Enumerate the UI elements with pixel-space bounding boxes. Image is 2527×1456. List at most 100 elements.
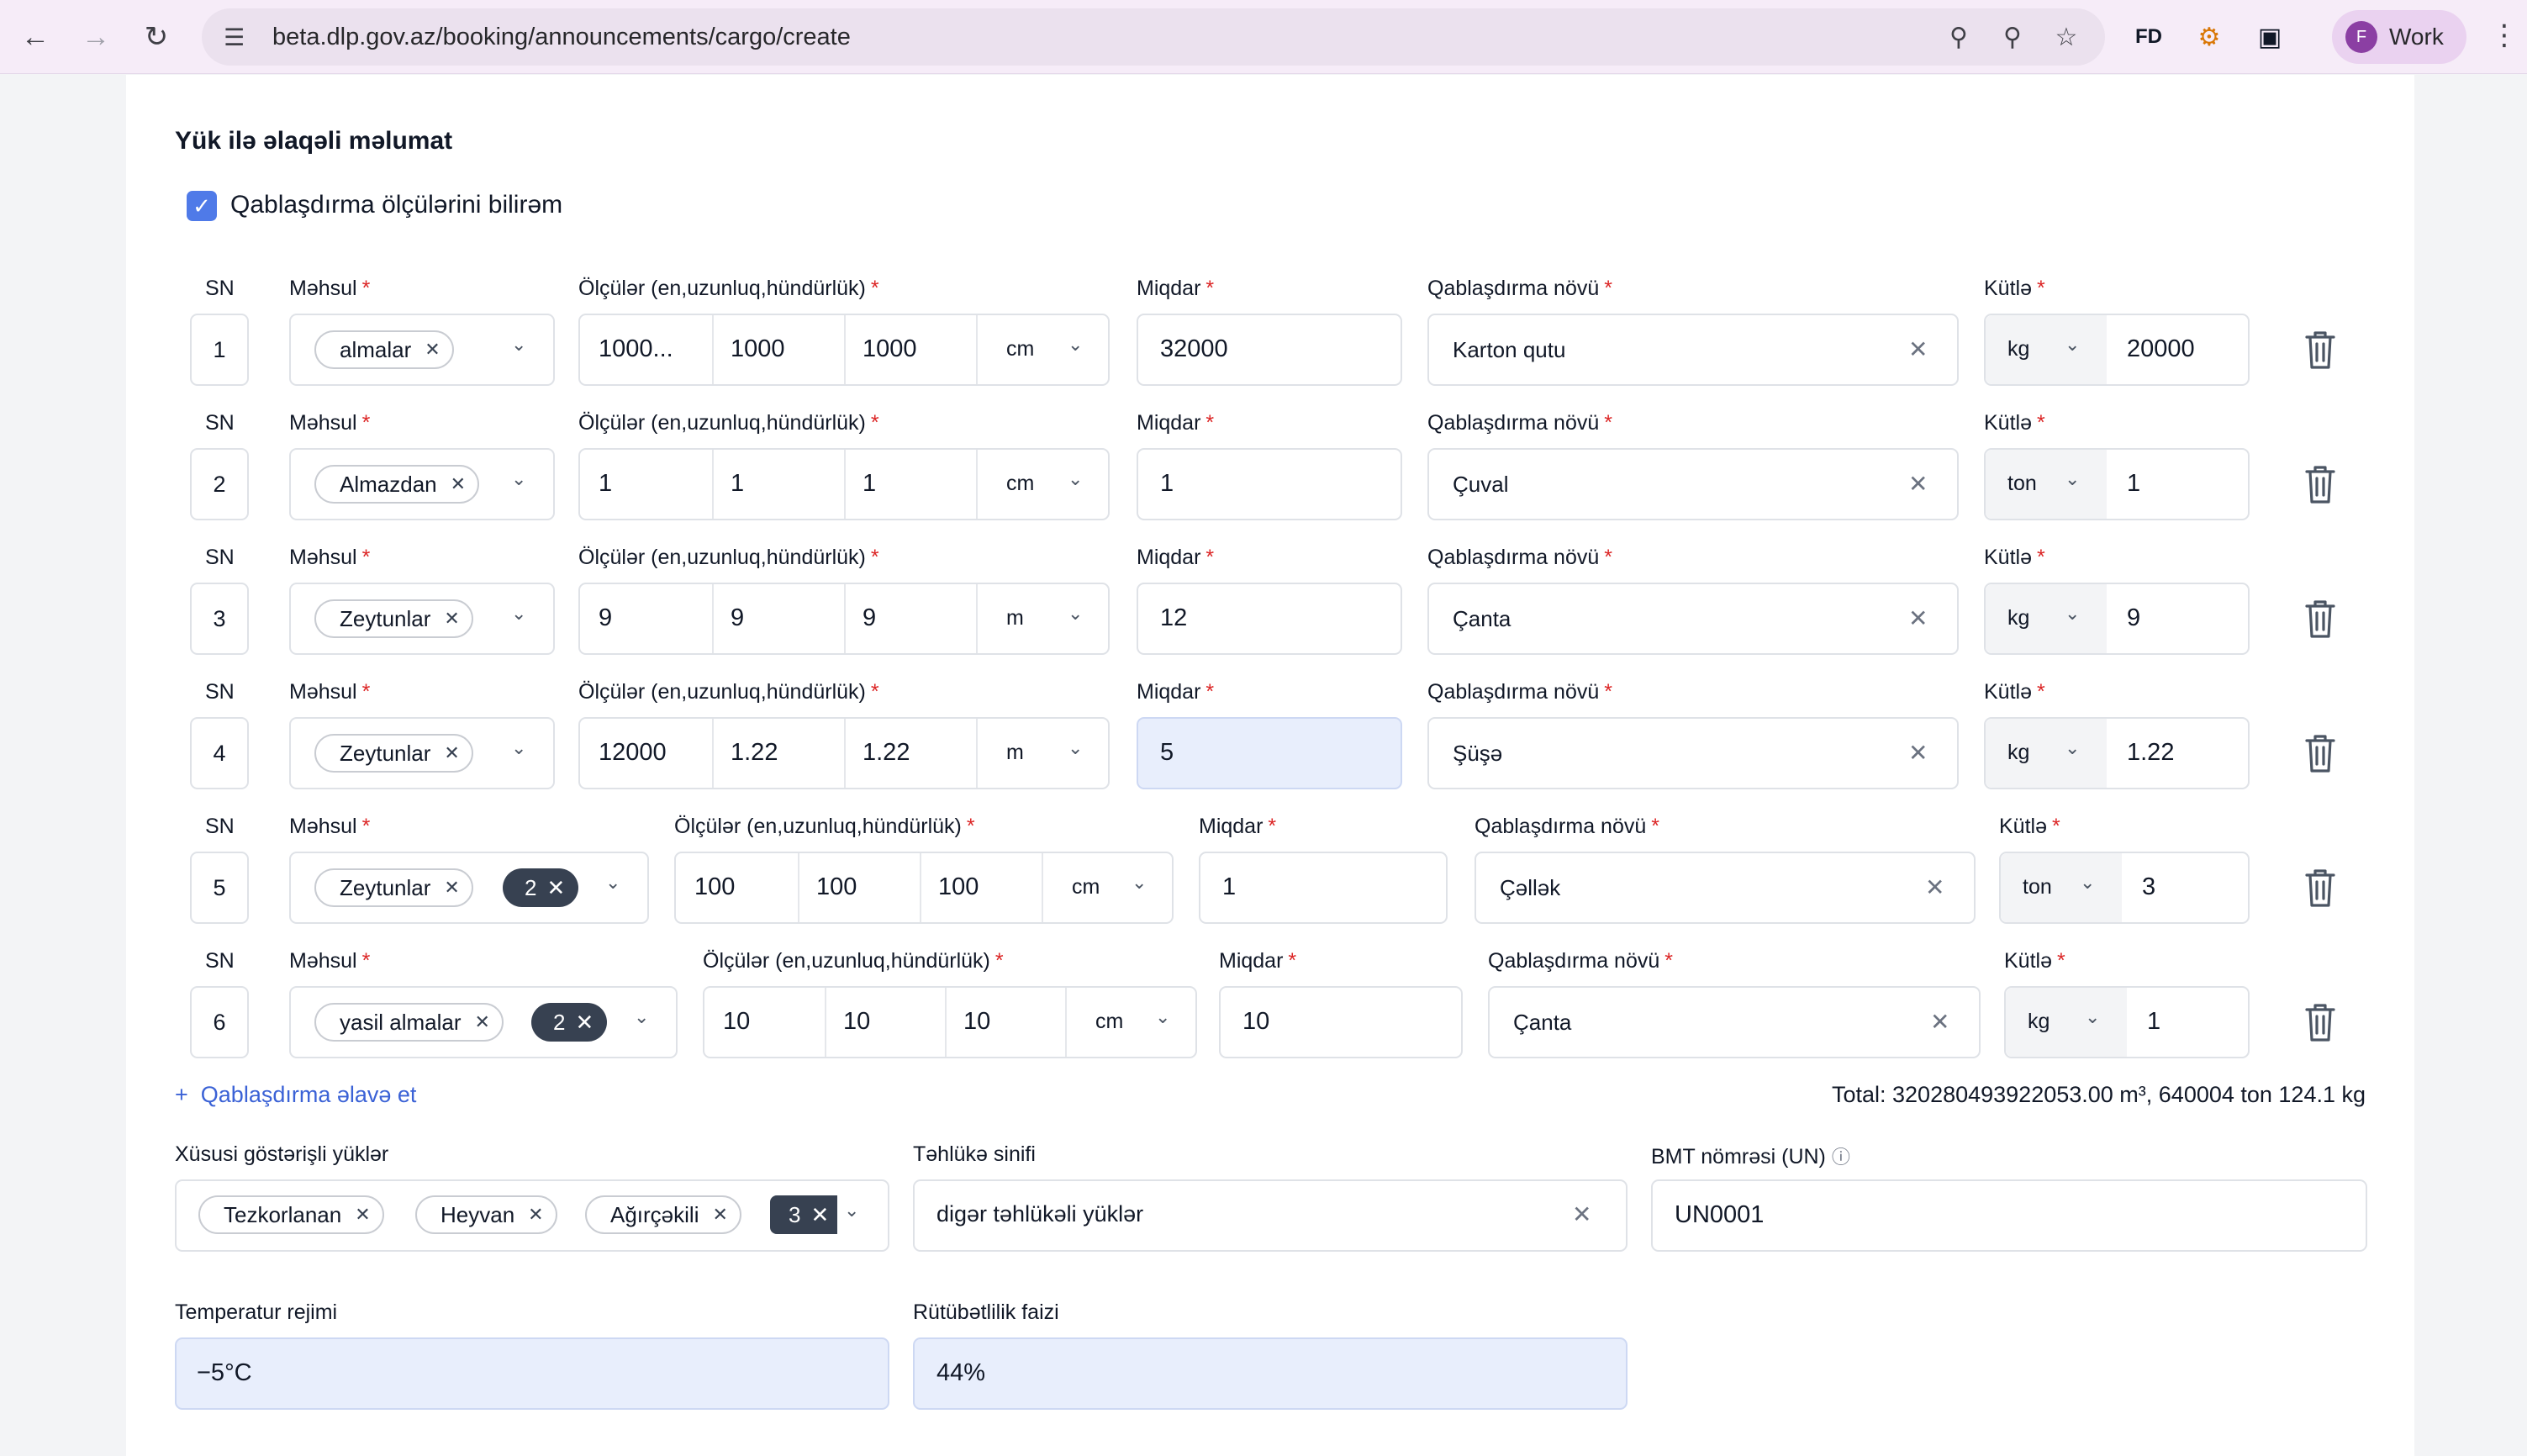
chevron-down-icon[interactable]: ⌄ (2085, 1006, 2100, 1028)
dimension-input[interactable]: 100 (694, 873, 735, 901)
chevron-down-icon[interactable]: ⌄ (1068, 468, 1083, 490)
extension-fd-icon[interactable]: FD (2130, 18, 2167, 55)
dimension-input[interactable]: 10 (843, 1008, 870, 1036)
chevron-down-icon[interactable]: ⌄ (1068, 334, 1083, 356)
weight-value[interactable]: 3 (2142, 873, 2155, 901)
clear-icon[interactable]: ✕ (1925, 873, 1944, 901)
weight-value[interactable]: 1 (2147, 1008, 2160, 1036)
more-tags-badge[interactable]: 3 ✕ (770, 1195, 838, 1234)
un-number-value[interactable]: UN0001 (1675, 1201, 1764, 1229)
weight-unit-select[interactable] (1986, 719, 2107, 788)
remove-tag-icon[interactable]: ✕ (712, 1204, 727, 1226)
chevron-down-icon[interactable]: ⌄ (2065, 468, 2080, 490)
remove-tag-icon[interactable]: ✕ (475, 1011, 490, 1033)
dimension-input[interactable]: 10 (723, 1008, 750, 1036)
dimension-input[interactable]: 12000 (599, 739, 667, 767)
chevron-down-icon[interactable]: ⌄ (634, 1006, 649, 1028)
dimensions-known-label[interactable]: Qablaşdırma ölçülərini bilirəm (230, 191, 562, 219)
dimension-input[interactable]: 1000 (863, 335, 917, 363)
dimension-input[interactable]: 1.22 (731, 739, 778, 767)
packaging-select[interactable] (1427, 717, 1959, 789)
dimension-input[interactable]: 100 (816, 873, 857, 901)
product-tag[interactable]: Zeytunlar ✕ (314, 599, 473, 638)
back-icon[interactable]: ← (17, 18, 54, 55)
product-tag[interactable]: yasil almalar ✕ (314, 1003, 504, 1042)
quantity-value[interactable]: 1 (1222, 873, 1236, 901)
remove-tag-icon[interactable]: ✕ (575, 1010, 594, 1036)
chevron-down-icon[interactable]: ⌄ (511, 468, 526, 490)
chevron-down-icon[interactable]: ⌄ (605, 872, 620, 894)
remove-tag-icon[interactable]: ✕ (451, 473, 466, 495)
remove-tag-icon[interactable]: ✕ (444, 877, 459, 899)
chevron-down-icon[interactable]: ⌄ (1132, 872, 1147, 894)
dimension-unit-select[interactable]: cm (1095, 1010, 1123, 1034)
delete-row-icon[interactable] (2302, 867, 2339, 909)
chevron-down-icon[interactable]: ⌄ (844, 1200, 859, 1221)
clear-icon[interactable]: ✕ (1908, 604, 1928, 632)
url-text[interactable]: beta.dlp.gov.az/booking/announcements/ca… (272, 24, 851, 51)
chevron-down-icon[interactable]: ⌄ (2065, 737, 2080, 759)
chevron-down-icon[interactable]: ⌄ (511, 334, 526, 356)
weight-value[interactable]: 1 (2127, 470, 2140, 498)
dimension-input[interactable]: 9 (599, 604, 612, 632)
temperature-input[interactable] (175, 1337, 889, 1410)
dimension-unit-select[interactable]: cm (1006, 337, 1034, 361)
product-tag[interactable]: Almazdan ✕ (314, 465, 480, 504)
profile-button[interactable]: F Work (2332, 10, 2466, 64)
clear-icon[interactable]: ✕ (1572, 1200, 1591, 1228)
dimension-input[interactable]: 9 (731, 604, 744, 632)
chevron-down-icon[interactable]: ⌄ (2065, 603, 2080, 625)
reload-icon[interactable]: ↻ (138, 18, 175, 55)
quantity-input[interactable] (1199, 852, 1448, 924)
chevron-down-icon[interactable]: ⌄ (1068, 737, 1083, 759)
dimension-input[interactable]: 1000 (731, 335, 785, 363)
weight-unit-select[interactable] (2001, 853, 2122, 922)
add-packaging-button[interactable]: + Qablaşdırma əlavə et (175, 1082, 416, 1108)
more-products-badge[interactable]: 2 ✕ (503, 868, 579, 907)
quantity-input[interactable] (1137, 448, 1402, 520)
chevron-down-icon[interactable]: ⌄ (2080, 872, 2095, 894)
product-tag[interactable]: Zeytunlar ✕ (314, 734, 473, 773)
browser-menu-icon[interactable]: ⋮ (2490, 18, 2519, 52)
address-bar[interactable]: ☰ beta.dlp.gov.az/booking/announcements/… (202, 8, 2105, 66)
remove-tag-icon[interactable]: ✕ (810, 1202, 829, 1228)
dimension-input[interactable]: 9 (863, 604, 876, 632)
dimension-input[interactable]: 1 (731, 470, 744, 498)
dimension-unit-select[interactable]: cm (1072, 875, 1100, 899)
chevron-down-icon[interactable]: ⌄ (511, 603, 526, 625)
remove-tag-icon[interactable]: ✕ (444, 608, 459, 630)
clear-icon[interactable]: ✕ (1930, 1008, 1949, 1036)
extension-speed-icon[interactable]: ⚙ (2191, 18, 2228, 55)
clear-icon[interactable]: ✕ (1908, 470, 1928, 498)
clear-icon[interactable]: ✕ (1908, 739, 1928, 767)
dimension-input[interactable]: 1 (599, 470, 612, 498)
quantity-value[interactable]: 12 (1160, 604, 1187, 632)
dimension-input[interactable]: 100 (938, 873, 979, 901)
info-icon[interactable]: ⓘ (1832, 1147, 1850, 1168)
weight-unit-select[interactable] (1986, 450, 2107, 519)
quantity-input[interactable] (1137, 717, 1402, 789)
dimensions-known-checkbox[interactable]: ✓ (187, 191, 217, 221)
chevron-down-icon[interactable]: ⌄ (1068, 603, 1083, 625)
remove-tag-icon[interactable]: ✕ (425, 339, 440, 361)
delete-row-icon[interactable] (2302, 598, 2339, 640)
weight-unit-select[interactable] (1986, 315, 2107, 384)
humidity-value[interactable]: 44% (936, 1359, 985, 1387)
weight-value[interactable]: 9 (2127, 604, 2140, 632)
weight-value[interactable]: 20000 (2127, 335, 2195, 363)
remove-tag-icon[interactable]: ✕ (528, 1204, 543, 1226)
quantity-value[interactable]: 1 (1160, 470, 1174, 498)
bookmark-star-icon[interactable]: ☆ (2050, 20, 2083, 54)
delete-row-icon[interactable] (2302, 463, 2339, 505)
temperature-value[interactable]: −5°C (197, 1359, 252, 1387)
special-tag[interactable]: Tezkorlanan ✕ (198, 1195, 384, 1234)
product-tag[interactable]: Zeytunlar ✕ (314, 868, 473, 907)
site-settings-icon[interactable]: ☰ (224, 24, 261, 51)
humidity-input[interactable] (913, 1337, 1628, 1410)
special-tag[interactable]: Ağırçəkili ✕ (585, 1195, 741, 1234)
product-tag[interactable]: almalar ✕ (314, 330, 454, 369)
chevron-down-icon[interactable]: ⌄ (511, 737, 526, 759)
clear-icon[interactable]: ✕ (1908, 335, 1928, 363)
remove-tag-icon[interactable]: ✕ (546, 875, 565, 901)
chevron-down-icon[interactable]: ⌄ (2065, 334, 2080, 356)
